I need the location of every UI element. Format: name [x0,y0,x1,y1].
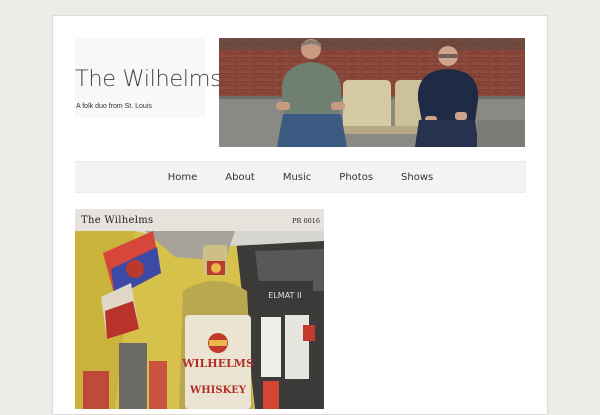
album-catalog-number: PR 0016 [292,217,320,225]
bottle-label-name: WILHELMS [181,357,254,370]
site-branding[interactable]: The Wilhelms A folk duo from St. Louis [75,38,222,118]
page-container: The Wilhelms A folk duo from St. Louis H… [52,15,548,415]
album-title-bar: The Wilhelms PR 0016 [75,209,324,231]
site-title[interactable]: The Wilhelms [75,66,222,92]
sign-text: ELMAT II [268,291,301,300]
nav-item-about[interactable]: About [225,172,255,183]
main-navigation: Home About Music Photos Shows [75,161,526,193]
bottle-label-type: WHISKEY [189,385,247,396]
header-photo [219,38,525,147]
album-band-name: The Wilhelms [81,215,154,226]
nav-item-photos[interactable]: Photos [339,172,373,183]
album-cover[interactable]: The Wilhelms PR 0016 WILHELMS WHISKEY EL… [75,209,324,409]
nav-item-home[interactable]: Home [168,172,198,183]
nav-item-music[interactable]: Music [283,172,311,183]
album-artwork-painting: WILHELMS WHISKEY ELMAT II [75,231,324,409]
site-tagline: A folk duo from St. Louis [76,103,152,110]
nav-item-shows[interactable]: Shows [401,172,433,183]
band-photo-illustration [219,38,525,147]
